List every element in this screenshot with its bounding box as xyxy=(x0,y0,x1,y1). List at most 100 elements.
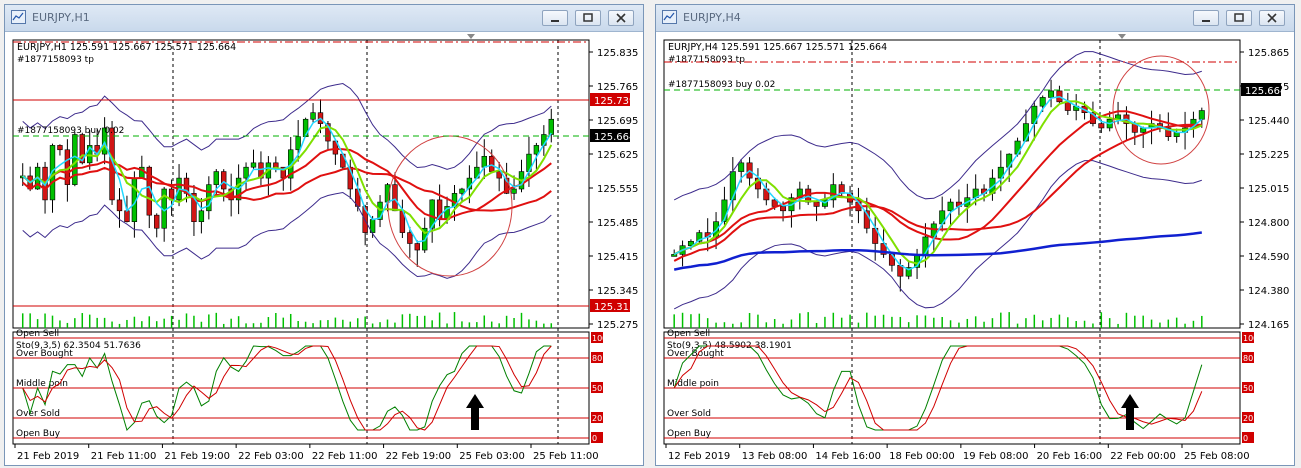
stochastic-level-name: Open Buy xyxy=(667,429,712,439)
candle xyxy=(459,188,465,194)
candle xyxy=(1064,101,1071,111)
candle xyxy=(154,214,160,229)
close-button[interactable] xyxy=(1259,10,1285,26)
time-label: 22 Feb 11:00 xyxy=(312,451,378,462)
current-price-label: 125.664 xyxy=(1245,86,1286,97)
minimize-button[interactable] xyxy=(1193,10,1219,26)
close-icon xyxy=(616,13,626,23)
time-label: 12 Feb 2019 xyxy=(668,451,730,462)
candle xyxy=(481,156,487,168)
stochastic-tick: 50 xyxy=(592,384,602,393)
candle xyxy=(947,201,954,212)
maximize-button[interactable] xyxy=(1226,10,1252,26)
stochastic-tick: 20 xyxy=(1243,414,1253,423)
candle xyxy=(116,199,123,212)
time-label: 20 Feb 16:00 xyxy=(1037,451,1103,462)
stochastic-tick: 0 xyxy=(1243,434,1248,443)
chart-shift-marker-icon xyxy=(467,34,475,39)
window-titlebar[interactable]: EURJPY,H1 xyxy=(5,5,643,32)
stochastic-tick: 100 xyxy=(1243,334,1258,343)
stochastic-tick: 80 xyxy=(592,354,602,363)
price-tick-label: 125.555 xyxy=(597,184,638,195)
chart-window-icon xyxy=(662,10,677,24)
price-pane xyxy=(12,39,590,329)
close-button[interactable] xyxy=(608,10,634,26)
candle xyxy=(780,206,787,212)
price-tick-label: 124.800 xyxy=(1248,218,1289,229)
price-tick-label: 125.695 xyxy=(597,116,638,127)
candle xyxy=(1198,110,1205,120)
time-label: 25 Feb 08:00 xyxy=(1184,451,1250,462)
candle xyxy=(738,162,745,172)
price-tick-label: 125.275 xyxy=(597,320,638,331)
candle xyxy=(243,166,249,179)
order-label: #1877158093 buy 0.02 xyxy=(17,126,124,136)
stochastic-tick: 20 xyxy=(592,414,602,423)
stochastic-label: Sto(9,3,5) 62.3504 51.7636 xyxy=(16,341,141,351)
candle xyxy=(273,162,279,168)
price-chart-h1[interactable]: 125.835 125.765 125.695 125.625 125.555 125.4… xyxy=(5,32,645,466)
candle xyxy=(407,232,413,244)
stochastic-level-name: Over Sold xyxy=(667,409,711,419)
chart-window-h4[interactable]: EURJPY,H4 125.865125.655125.440125.22512… xyxy=(655,4,1295,466)
time-label: 25 Feb 03:00 xyxy=(459,451,525,462)
candle xyxy=(392,184,398,212)
candle xyxy=(221,171,227,190)
time-label: 13 Feb 08:00 xyxy=(742,451,808,462)
candle xyxy=(729,171,736,201)
time-label: 21 Feb 19:00 xyxy=(164,451,230,462)
price-tick-label: 124.590 xyxy=(1248,252,1289,263)
maximize-button[interactable] xyxy=(575,10,601,26)
stochastic-level-name: Middle poin xyxy=(16,379,68,389)
candle xyxy=(489,156,495,172)
support-label: 125.313 xyxy=(594,302,635,313)
price-tick-label: 124.165 xyxy=(1248,320,1289,331)
chart-window-icon xyxy=(11,10,26,24)
time-label: 21 Feb 2019 xyxy=(17,451,79,462)
minimize-button[interactable] xyxy=(542,10,568,26)
candle xyxy=(414,243,420,251)
candle xyxy=(124,210,130,223)
chart-header: EURJPY,H1 125.591 125.667 125.571 125.66… xyxy=(17,42,236,53)
time-label: 21 Feb 11:00 xyxy=(91,451,157,462)
current-price-label: 125.664 xyxy=(594,132,635,143)
price-tick-label: 125.015 xyxy=(1248,184,1289,195)
order-label: #1877158093 buy 0.02 xyxy=(668,80,775,90)
stochastic-level-name: Open Sell xyxy=(667,329,710,339)
time-label: 25 Feb 11:00 xyxy=(533,451,599,462)
stochastic-level-name: Open Sell xyxy=(16,329,59,339)
chart-shift-marker-icon xyxy=(1118,34,1126,39)
tp-label: #1877158093 tp xyxy=(17,55,94,65)
window-title: EURJPY,H1 xyxy=(32,11,90,24)
candle xyxy=(198,210,205,223)
price-tick-label: 125.225 xyxy=(1248,150,1289,161)
time-label: 22 Feb 00:00 xyxy=(1110,451,1176,462)
minimize-icon xyxy=(1202,20,1210,22)
chart-header: EURJPY,H4 125.591 125.667 125.571 125.66… xyxy=(668,42,887,53)
stochastic-tick: 100 xyxy=(592,334,607,343)
candle xyxy=(310,112,316,120)
chart-window-h1[interactable]: EURJPY,H1 125.835 125.765 125.695 125.625 12… xyxy=(4,4,644,466)
window-title: EURJPY,H4 xyxy=(683,11,741,24)
candle xyxy=(72,134,78,185)
restore-icon xyxy=(583,13,593,22)
price-tick-label: 125.345 xyxy=(597,286,638,297)
candle xyxy=(1098,123,1105,129)
price-tick-label: 125.625 xyxy=(597,150,638,161)
price-tick-label: 125.440 xyxy=(1248,116,1289,127)
candle xyxy=(813,201,820,207)
candle xyxy=(295,136,301,151)
stochastic-tick: 80 xyxy=(1243,354,1253,363)
price-tick-label: 125.865 xyxy=(1248,48,1289,59)
price-chart-h4[interactable]: 125.865125.655125.440125.225125.015124.8… xyxy=(656,32,1296,466)
price-tick-label: 125.415 xyxy=(597,252,638,263)
time-label: 14 Feb 16:00 xyxy=(815,451,881,462)
time-label: 19 Feb 08:00 xyxy=(963,451,1029,462)
candle xyxy=(1048,90,1055,98)
candle xyxy=(1039,97,1046,107)
minimize-icon xyxy=(551,20,559,22)
close-icon xyxy=(1267,13,1277,23)
price-tick-label: 124.380 xyxy=(1248,286,1289,297)
candle xyxy=(57,145,63,151)
window-titlebar[interactable]: EURJPY,H4 xyxy=(656,5,1294,32)
